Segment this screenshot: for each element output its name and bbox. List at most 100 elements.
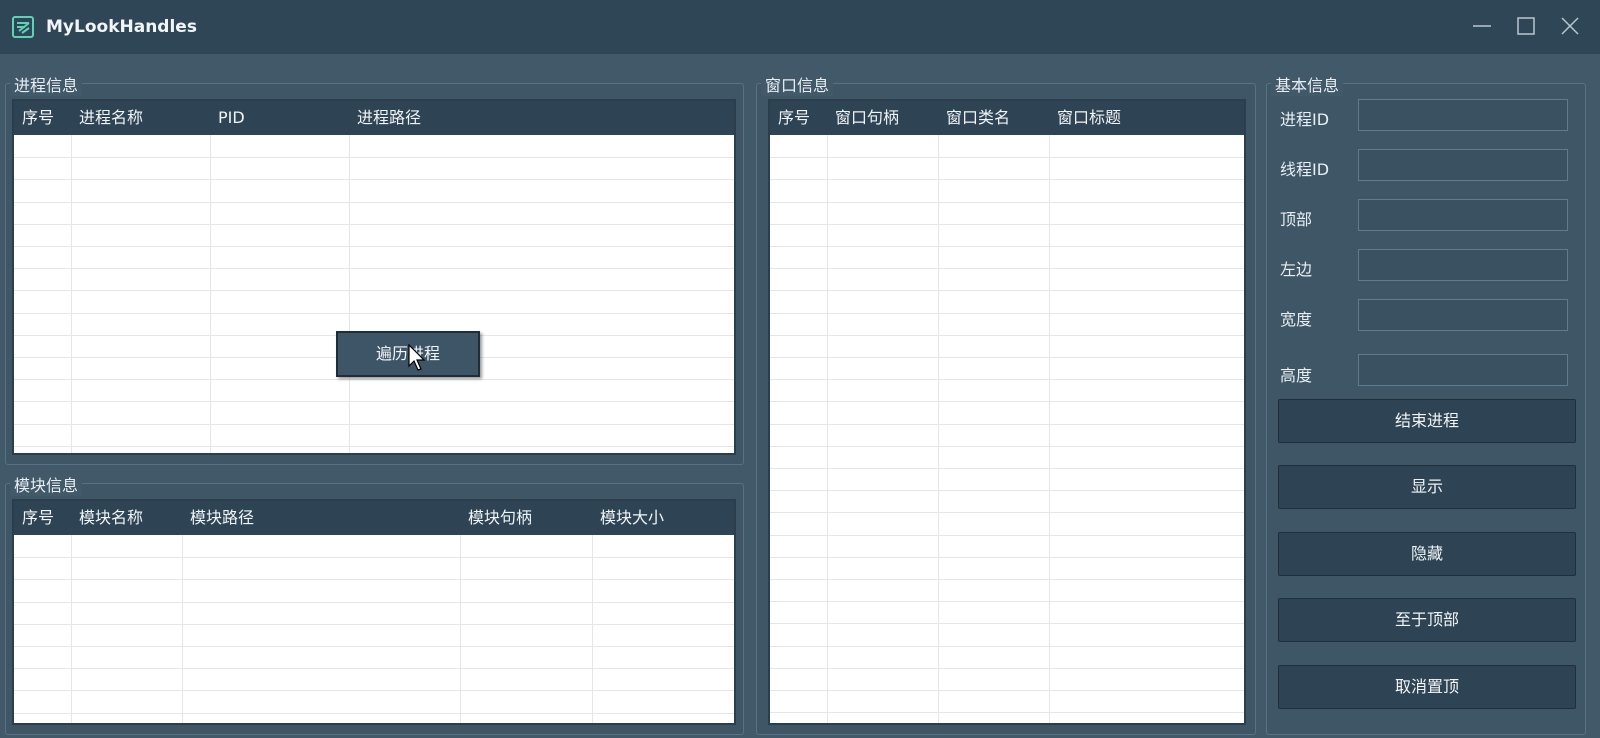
column-header-module-path[interactable]: 模块路径: [182, 501, 460, 535]
grid-column-line: [71, 135, 72, 453]
process-table-body: [14, 135, 734, 453]
height-label: 高度: [1280, 366, 1313, 385]
grid-column-line: [349, 135, 350, 453]
grid-row-line: [14, 557, 734, 559]
width-field[interactable]: [1358, 299, 1568, 331]
basic-info-group-title: 基本信息: [1271, 72, 1344, 96]
column-header-pid[interactable]: PID: [210, 101, 349, 135]
grid-row-line: [14, 423, 734, 425]
thread-id-label: 线程ID: [1280, 160, 1330, 179]
process-group-title: 进程信息: [10, 72, 83, 96]
column-header-index[interactable]: 序号: [14, 101, 71, 135]
grid-column-line: [827, 135, 828, 723]
column-header-process-name[interactable]: 进程名称: [71, 101, 210, 135]
set-topmost-button[interactable]: 至于顶部: [1278, 598, 1576, 642]
grid-row-line: [770, 468, 1244, 469]
grid-row-line: [14, 646, 734, 647]
mouse-cursor-icon: [408, 344, 426, 371]
column-header-index[interactable]: 序号: [770, 101, 827, 135]
module-table-header: 序号 模块名称 模块路径 模块句柄 模块大小: [14, 501, 734, 535]
grid-row-line: [770, 179, 1244, 181]
grid-row-line: [770, 379, 1244, 381]
minimize-button[interactable]: [1470, 14, 1494, 38]
grid-row-line: [770, 556, 1244, 558]
grid-row-line: [770, 312, 1244, 314]
process-table-header: 序号 进程名称 PID 进程路径: [14, 101, 734, 135]
process-id-field[interactable]: [1358, 99, 1568, 131]
grid-row-line: [770, 645, 1244, 647]
app-logo-icon: [12, 16, 34, 38]
grid-column-line: [592, 535, 593, 723]
close-icon: [1561, 17, 1579, 35]
column-header-index[interactable]: 序号: [14, 501, 71, 535]
column-header-module-size[interactable]: 模块大小: [592, 501, 730, 535]
grid-row-line: [770, 623, 1244, 625]
column-header-window-title[interactable]: 窗口标题: [1049, 101, 1240, 135]
grid-row-line: [14, 201, 734, 203]
hide-window-button[interactable]: 隐藏: [1278, 532, 1576, 576]
grid-row-line: [14, 579, 734, 581]
width-label: 宽度: [1280, 310, 1313, 329]
minimize-icon: [1473, 25, 1491, 27]
grid-row-line: [770, 246, 1244, 247]
grid-row-line: [770, 423, 1244, 425]
grid-row-line: [770, 268, 1244, 270]
grid-row-line: [770, 667, 1244, 669]
grid-row-line: [14, 401, 734, 403]
grid-row-line: [14, 157, 734, 159]
column-header-module-handle[interactable]: 模块句柄: [460, 501, 592, 535]
module-table-body: [14, 535, 734, 723]
cancel-topmost-button[interactable]: 取消置顶: [1278, 665, 1576, 709]
grid-row-line: [14, 179, 734, 181]
grid-row-line: [14, 623, 734, 625]
column-header-window-class[interactable]: 窗口类名: [938, 101, 1049, 135]
grid-column-line: [1049, 135, 1050, 723]
column-header-process-path[interactable]: 进程路径: [349, 101, 730, 135]
grid-row-line: [770, 445, 1244, 447]
grid-column-line: [938, 135, 939, 723]
column-header-window-handle[interactable]: 窗口句柄: [827, 101, 938, 135]
grid-row-line: [770, 690, 1244, 691]
left-field[interactable]: [1358, 249, 1568, 281]
kill-process-button[interactable]: 结束进程: [1278, 399, 1576, 443]
window-title: MyLookHandles: [46, 17, 197, 37]
grid-row-line: [770, 357, 1244, 358]
grid-row-line: [14, 601, 734, 603]
grid-row-line: [770, 579, 1244, 580]
grid-row-line: [14, 290, 734, 292]
module-group-title: 模块信息: [10, 472, 83, 496]
grid-row-line: [14, 445, 734, 447]
window-group-title: 窗口信息: [761, 72, 834, 96]
title-bar: MyLookHandles: [0, 0, 1600, 54]
height-field[interactable]: [1358, 354, 1568, 386]
window-table-header: 序号 窗口句柄 窗口类名 窗口标题: [770, 101, 1244, 135]
maximize-button[interactable]: [1514, 14, 1538, 38]
grid-row-line: [14, 690, 734, 692]
thread-id-field[interactable]: [1358, 149, 1568, 181]
grid-column-line: [460, 535, 461, 723]
grid-column-line: [71, 535, 72, 723]
top-label: 顶部: [1280, 210, 1313, 229]
grid-row-line: [770, 601, 1244, 603]
grid-row-line: [14, 246, 734, 247]
grid-row-line: [770, 490, 1244, 492]
grid-row-line: [14, 268, 734, 270]
grid-row-line: [770, 712, 1244, 714]
grid-row-line: [770, 223, 1244, 225]
left-label: 左边: [1280, 260, 1313, 279]
top-field[interactable]: [1358, 199, 1568, 231]
process-table[interactable]: 序号 进程名称 PID 进程路径: [12, 99, 736, 455]
module-table[interactable]: 序号 模块名称 模块路径 模块句柄 模块大小: [12, 499, 736, 725]
grid-row-line: [770, 401, 1244, 403]
grid-row-line: [770, 290, 1244, 292]
grid-row-line: [770, 201, 1244, 203]
grid-row-line: [14, 379, 734, 381]
column-header-module-name[interactable]: 模块名称: [71, 501, 182, 535]
window-table[interactable]: 序号 窗口句柄 窗口类名 窗口标题: [768, 99, 1246, 725]
close-button[interactable]: [1558, 14, 1582, 38]
window-table-body: [770, 135, 1244, 723]
maximize-icon: [1517, 17, 1535, 35]
show-window-button[interactable]: 显示: [1278, 465, 1576, 509]
grid-row-line: [14, 312, 734, 314]
grid-column-line: [182, 535, 183, 723]
